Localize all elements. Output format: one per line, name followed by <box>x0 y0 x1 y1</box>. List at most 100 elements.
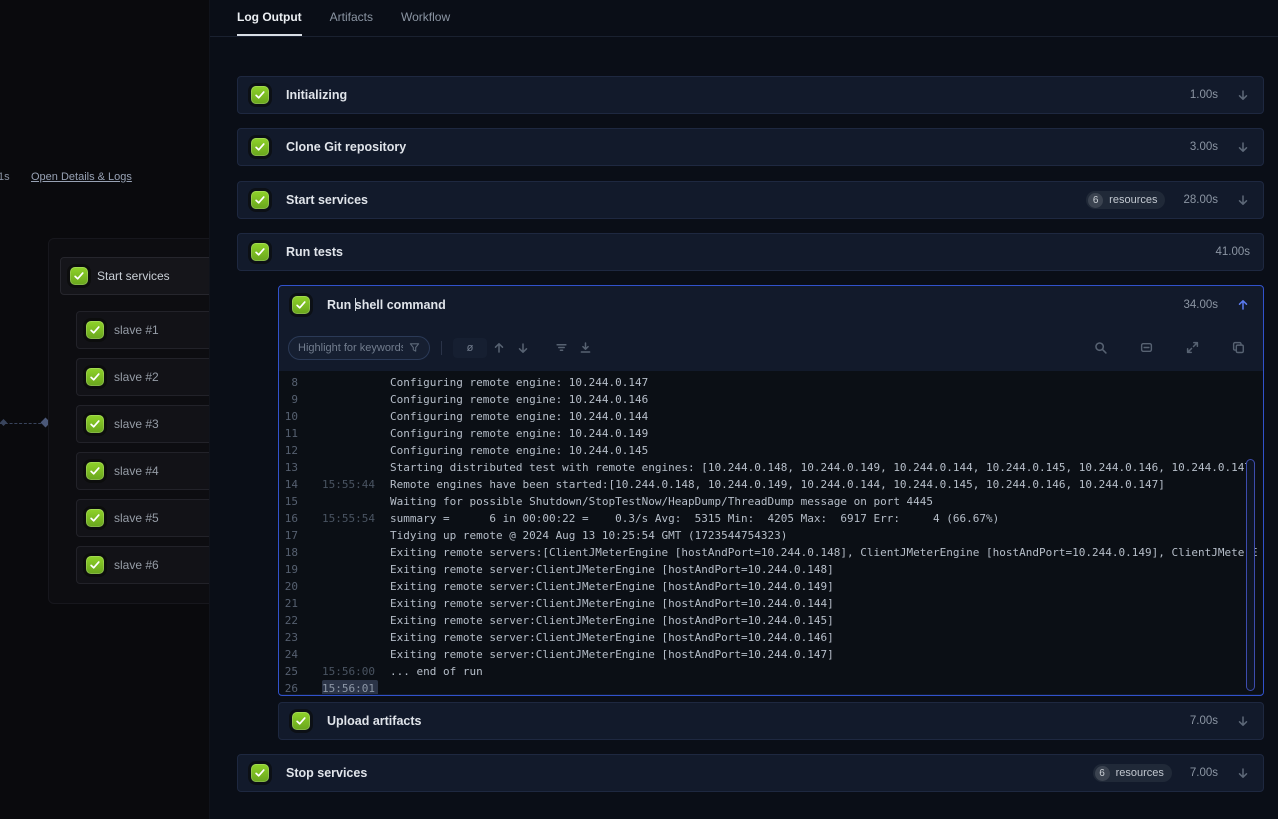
pipeline-node-start-services[interactable]: Start services 6 <box>60 257 209 295</box>
log-line-number[interactable]: 21 <box>279 595 298 612</box>
step-upload-artifacts[interactable]: Upload artifacts 7.00s <box>278 702 1264 740</box>
resources-count: 6 <box>1095 766 1110 781</box>
log-timestamp <box>322 578 378 595</box>
log-scrollbar-thumb[interactable] <box>1246 459 1255 691</box>
log-line-number[interactable]: 11 <box>279 425 298 442</box>
text-cursor <box>355 298 356 311</box>
step-run-tests[interactable]: Run tests 41.00s <box>237 233 1264 271</box>
elapsed-time: 1s <box>0 171 10 183</box>
download-log-icon[interactable] <box>573 336 597 360</box>
log-timestamp: 15:56:00 <box>322 663 378 680</box>
chevron-down-icon[interactable] <box>1236 88 1250 102</box>
log-line-number[interactable]: 25 <box>279 663 298 680</box>
match-count-indicator: ø <box>453 338 487 358</box>
log-line-number[interactable]: 12 <box>279 442 298 459</box>
wrap-lines-icon[interactable] <box>1134 336 1158 360</box>
success-check-icon <box>251 191 269 209</box>
next-match-button[interactable] <box>511 336 535 360</box>
job-log-page: 1s Open Details & Logs Start services 6 … <box>0 0 1278 819</box>
log-row: 15 Waiting for possible Shutdown/StopTest… <box>279 493 1263 510</box>
log-line-number[interactable]: 14 <box>279 476 298 493</box>
log-line-number[interactable]: 24 <box>279 646 298 663</box>
filter-lines-icon[interactable] <box>549 336 573 360</box>
resources-label: resources <box>1109 194 1157 206</box>
step-start-services[interactable]: Start services 6 resources 28.00s <box>237 181 1264 219</box>
search-icon[interactable] <box>1088 336 1112 360</box>
log-line-number[interactable]: 19 <box>279 561 298 578</box>
log-line-number[interactable]: 9 <box>279 391 298 408</box>
tab-log-output[interactable]: Log Output <box>237 0 302 36</box>
log-line-number[interactable]: 16 <box>279 510 298 527</box>
log-text: Exiting remote server:ClientJMeterEngine… <box>390 629 834 646</box>
log-timestamp <box>322 459 378 476</box>
tab-workflow[interactable]: Workflow <box>401 0 450 36</box>
node-label: slave #2 <box>114 370 159 384</box>
step-duration: 7.00s <box>1190 715 1218 727</box>
success-check-icon <box>86 462 104 480</box>
log-text: Configuring remote engine: 10.244.0.147 <box>390 374 648 391</box>
log-text: Exiting remote servers:[ClientJMeterEngi… <box>390 544 1258 561</box>
log-text: Configuring remote engine: 10.244.0.145 <box>390 442 648 459</box>
log-row: 10 Configuring remote engine: 10.244.0.14… <box>279 408 1263 425</box>
log-text: Exiting remote server:ClientJMeterEngine… <box>390 561 834 578</box>
tab-artifacts[interactable]: Artifacts <box>330 0 373 36</box>
log-line-number[interactable]: 18 <box>279 544 298 561</box>
log-line-number[interactable]: 23 <box>279 629 298 646</box>
highlight-keywords-input[interactable]: Highlight for keywords <box>288 336 430 360</box>
log-text: Remote engines have been started:[10.244… <box>390 476 1165 493</box>
log-line-number[interactable]: 13 <box>279 459 298 476</box>
resources-badge: 6 resources <box>1093 764 1172 782</box>
success-check-icon <box>70 267 88 285</box>
step-stop-services[interactable]: Stop services 6 resources 7.00s <box>237 754 1264 792</box>
step-label: Run tests <box>286 245 343 259</box>
log-line-number[interactable]: 8 <box>279 374 298 391</box>
log-timestamp <box>322 374 378 391</box>
pipeline-connector-line <box>0 423 46 424</box>
step-clone-git-repository[interactable]: Clone Git repository 3.00s <box>237 128 1264 166</box>
log-timestamp <box>322 612 378 629</box>
chevron-down-icon[interactable] <box>1236 714 1250 728</box>
log-line-number[interactable]: 26 <box>279 680 298 694</box>
log-timestamp <box>322 527 378 544</box>
log-text: Starting distributed test with remote en… <box>390 459 1258 476</box>
log-line-number[interactable]: 22 <box>279 612 298 629</box>
log-line-number[interactable]: 15 <box>279 493 298 510</box>
log-lines: 8 Configuring remote engine: 10.244.0.147… <box>279 374 1263 694</box>
node-label: slave #5 <box>114 511 159 525</box>
previous-match-button[interactable] <box>487 336 511 360</box>
step-duration: 41.00s <box>1215 246 1250 258</box>
log-text: Tidying up remote @ 2024 Aug 13 10:25:54… <box>390 527 787 544</box>
log-line-number[interactable]: 10 <box>279 408 298 425</box>
log-text: Exiting remote server:ClientJMeterEngine… <box>390 595 834 612</box>
log-timestamp <box>322 493 378 510</box>
log-text: summary = 6 in 00:00:22 = 0.3/s Avg: 531… <box>390 510 999 527</box>
pipeline-node[interactable]: slave #5 <box>76 499 209 537</box>
log-text: Exiting remote server:ClientJMeterEngine… <box>390 578 834 595</box>
chevron-down-icon[interactable] <box>1236 140 1250 154</box>
open-details-link[interactable]: Open Details & Logs <box>31 171 132 183</box>
log-text: Configuring remote engine: 10.244.0.144 <box>390 408 648 425</box>
log-line-number[interactable]: 20 <box>279 578 298 595</box>
step-duration: 28.00s <box>1183 194 1218 206</box>
log-text: Configuring remote engine: 10.244.0.149 <box>390 425 648 442</box>
pipeline-node[interactable]: slave #1 <box>76 311 209 349</box>
log-line-number[interactable]: 17 <box>279 527 298 544</box>
fullscreen-icon[interactable] <box>1180 336 1204 360</box>
pipeline-node[interactable]: slave #4 <box>76 452 209 490</box>
log-text: Waiting for possible Shutdown/StopTestNo… <box>390 493 933 510</box>
copy-log-icon[interactable] <box>1226 336 1250 360</box>
chevron-down-icon[interactable] <box>1236 766 1250 780</box>
step-duration: 1.00s <box>1190 89 1218 101</box>
pipeline-node[interactable]: slave #2 <box>76 358 209 396</box>
log-timestamp: 15:56:01 <box>322 680 378 694</box>
chevron-up-icon[interactable] <box>1236 298 1250 312</box>
pipeline-node[interactable]: slave #3 <box>76 405 209 443</box>
toolbar-divider <box>441 341 442 355</box>
log-row: 24Exiting remote server:ClientJMeterEngi… <box>279 646 1263 663</box>
job-main-panel: Log Output Artifacts Workflow Initializi… <box>209 0 1278 819</box>
pipeline-node[interactable]: slave #6 <box>76 546 209 584</box>
log-text: Exiting remote server:ClientJMeterEngine… <box>390 612 834 629</box>
chevron-down-icon[interactable] <box>1236 193 1250 207</box>
step-run-shell-command[interactable]: Run shell command 34.00s <box>279 286 1263 324</box>
step-initializing[interactable]: Initializing 1.00s <box>237 76 1264 114</box>
